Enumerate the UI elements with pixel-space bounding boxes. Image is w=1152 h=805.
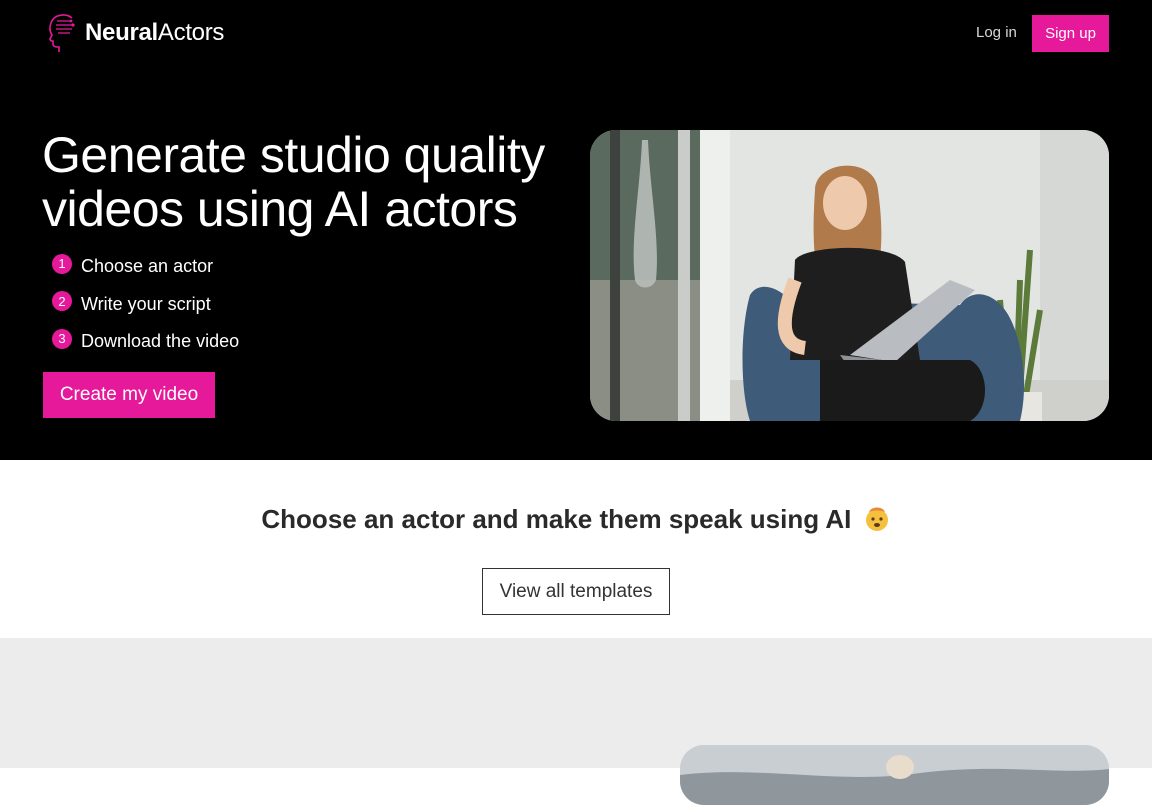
step-label: Choose an actor [81,256,214,277]
exploding-head-icon [865,507,888,531]
step-item: 1 Choose an actor [52,248,239,286]
top-nav: NeuralActors Log in Sign up [0,0,1152,66]
head-logo-icon [49,14,75,52]
steps-list: 1 Choose an actor 2 Write your script 3 … [52,248,239,361]
signup-button[interactable]: Sign up [1032,15,1109,52]
step-item: 2 Write your script [52,286,239,324]
logo[interactable]: NeuralActors [46,12,224,54]
video-frame-illustration [590,130,1109,421]
hero-video[interactable] [590,130,1109,421]
step-number-badge: 3 [52,328,72,349]
step-label: Download the video [81,331,240,352]
create-video-button[interactable]: Create my video [43,372,215,418]
section-title: Choose an actor and make them speak usin… [0,504,1152,535]
brand-name: NeuralActors [85,19,225,46]
step-number-badge: 2 [52,291,72,312]
hero-headline: Generate studio quality videos using AI … [42,127,545,237]
step-item: 3 Download the video [52,323,239,361]
login-link[interactable]: Log in [976,24,1017,41]
feature-video-preview[interactable] [680,745,1109,805]
section-title-text: Choose an actor and make them speak usin… [261,504,852,534]
step-label: Write your script [81,293,211,314]
preview-illustration [680,745,1109,805]
feature-section [0,638,1152,805]
actor-intro-section: Choose an actor and make them speak usin… [0,460,1152,638]
hero-section: NeuralActors Log in Sign up Generate stu… [0,0,1152,460]
step-number-badge: 1 [52,253,72,274]
view-all-templates-button[interactable]: View all templates [482,568,670,615]
